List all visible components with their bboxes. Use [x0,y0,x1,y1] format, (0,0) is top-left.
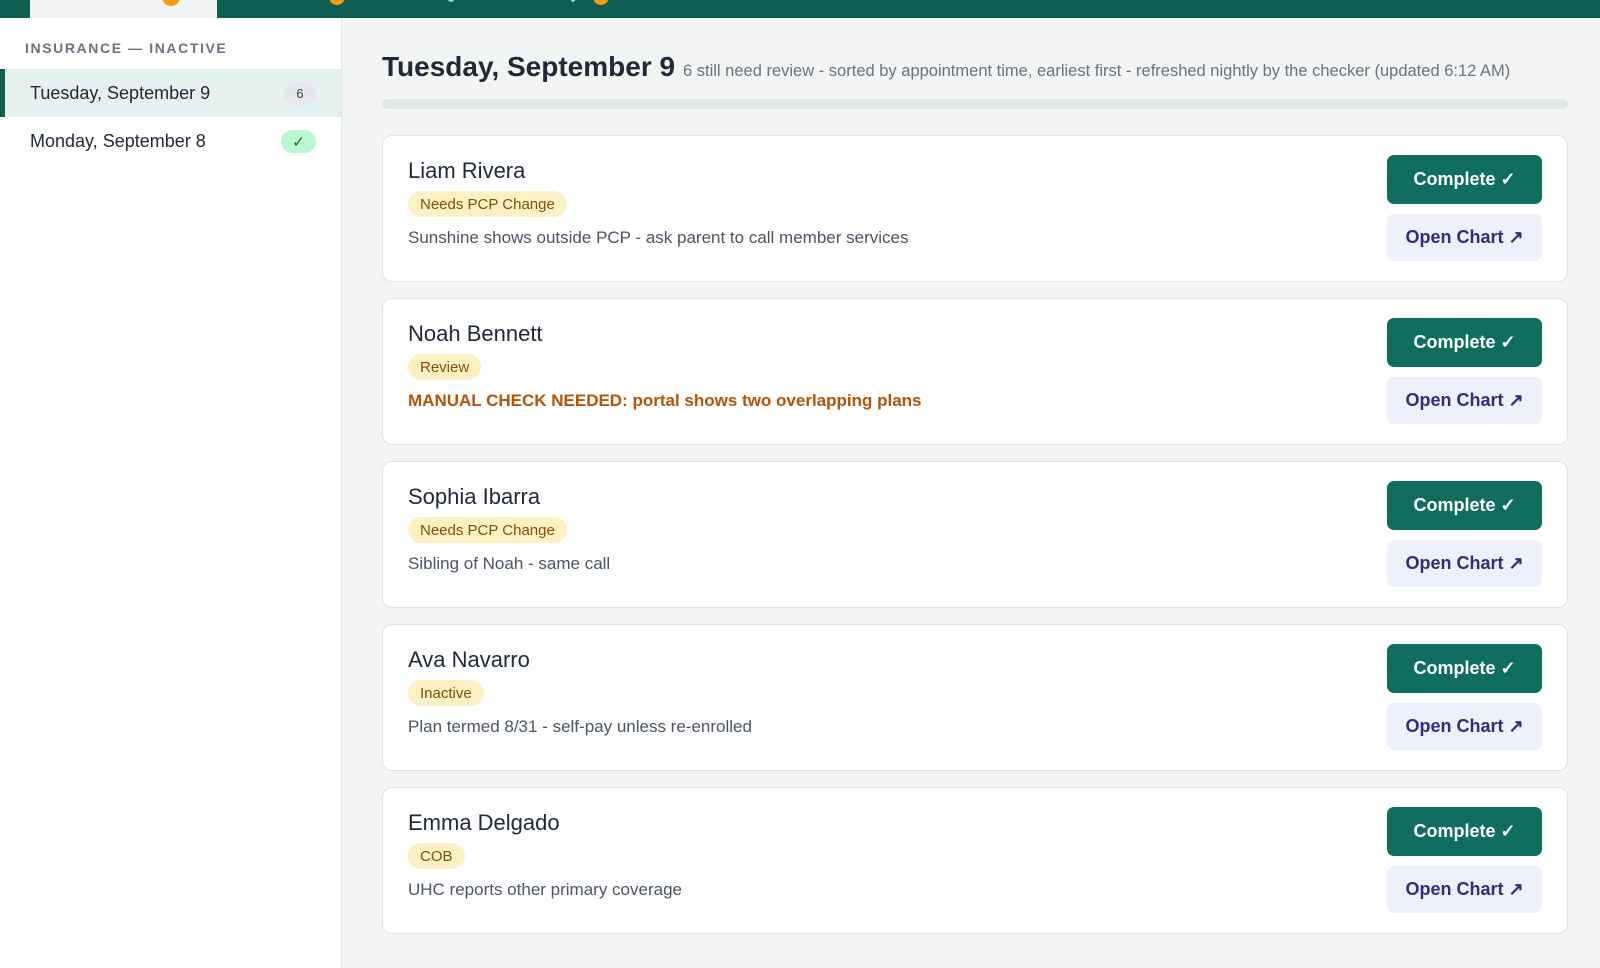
patient-card: Liam Rivera Needs PCP Change Sunshine sh… [382,135,1568,282]
sidebar-item-tuesday-september-9[interactable]: Tuesday, September 9 6 [0,69,341,117]
tab-active[interactable] [30,0,217,18]
tab-count-badge [593,0,609,5]
sidebar-item-label: Tuesday, September 9 [30,82,211,103]
patient-name: Emma Delgado [408,810,560,835]
open-chart-button[interactable]: Open Chart ↗ [1387,540,1542,587]
status-tag: Needs PCP Change [408,517,567,543]
status-tag: COB [408,843,465,869]
tab-label-fragment [570,0,576,2]
tab-label-fragment [447,0,455,2]
patient-note: UHC reports other primary coverage [408,880,682,899]
patient-note: Sunshine shows outside PCP - ask parent … [408,228,909,247]
tab-count-badge [329,0,345,5]
patient-name: Ava Navarro [408,647,530,672]
sidebar-heading: INSURANCE — INACTIVE [25,40,228,56]
patient-name: Liam Rivera [408,158,526,183]
status-tag: Review [408,354,482,380]
sidebar-item-label: Monday, September 8 [30,130,206,151]
patient-card: Noah Bennett Review MANUAL CHECK NEEDED:… [382,298,1568,445]
open-chart-button[interactable]: Open Chart ↗ [1387,703,1542,750]
patient-note-alert: MANUAL CHECK NEEDED: portal shows two ov… [408,391,922,410]
patient-note: Sibling of Noah - same call [408,554,611,573]
count-badge: 6 [284,82,316,105]
patient-card: Emma Delgado COB UHC reports other prima… [382,787,1568,934]
open-chart-button[interactable]: Open Chart ↗ [1387,214,1542,261]
patient-card: Sophia Ibarra Needs PCP Change Sibling o… [382,461,1568,608]
page-subtitle: 6 still need review - sorted by appointm… [683,62,1511,80]
complete-button[interactable]: Complete ✓ [1387,318,1542,367]
complete-button[interactable]: Complete ✓ [1387,807,1542,856]
status-tag: Inactive [408,680,484,706]
page-title: Tuesday, September 9 [382,51,676,82]
complete-button[interactable]: Complete ✓ [1387,481,1542,530]
open-chart-button[interactable]: Open Chart ↗ [1387,377,1542,424]
review-progress-bar [382,99,1568,109]
main-content: Tuesday, September 9 6 still need review… [342,18,1600,968]
patient-card: Ava Navarro Inactive Plan termed 8/31 - … [382,624,1568,771]
complete-button[interactable]: Complete ✓ [1387,644,1542,693]
status-tag: Needs PCP Change [408,191,567,217]
top-nav-bar [0,0,1600,18]
patient-name: Noah Bennett [408,321,543,346]
patient-note: Plan termed 8/31 - self-pay unless re-en… [408,717,752,736]
sidebar: INSURANCE — INACTIVE Tuesday, September … [0,18,342,968]
open-chart-button[interactable]: Open Chart ↗ [1387,866,1542,913]
check-icon: ✓ [281,130,316,153]
sidebar-item-monday-september-8[interactable]: Monday, September 8 ✓ [0,117,341,165]
complete-button[interactable]: Complete ✓ [1387,155,1542,204]
patient-name: Sophia Ibarra [408,484,541,509]
